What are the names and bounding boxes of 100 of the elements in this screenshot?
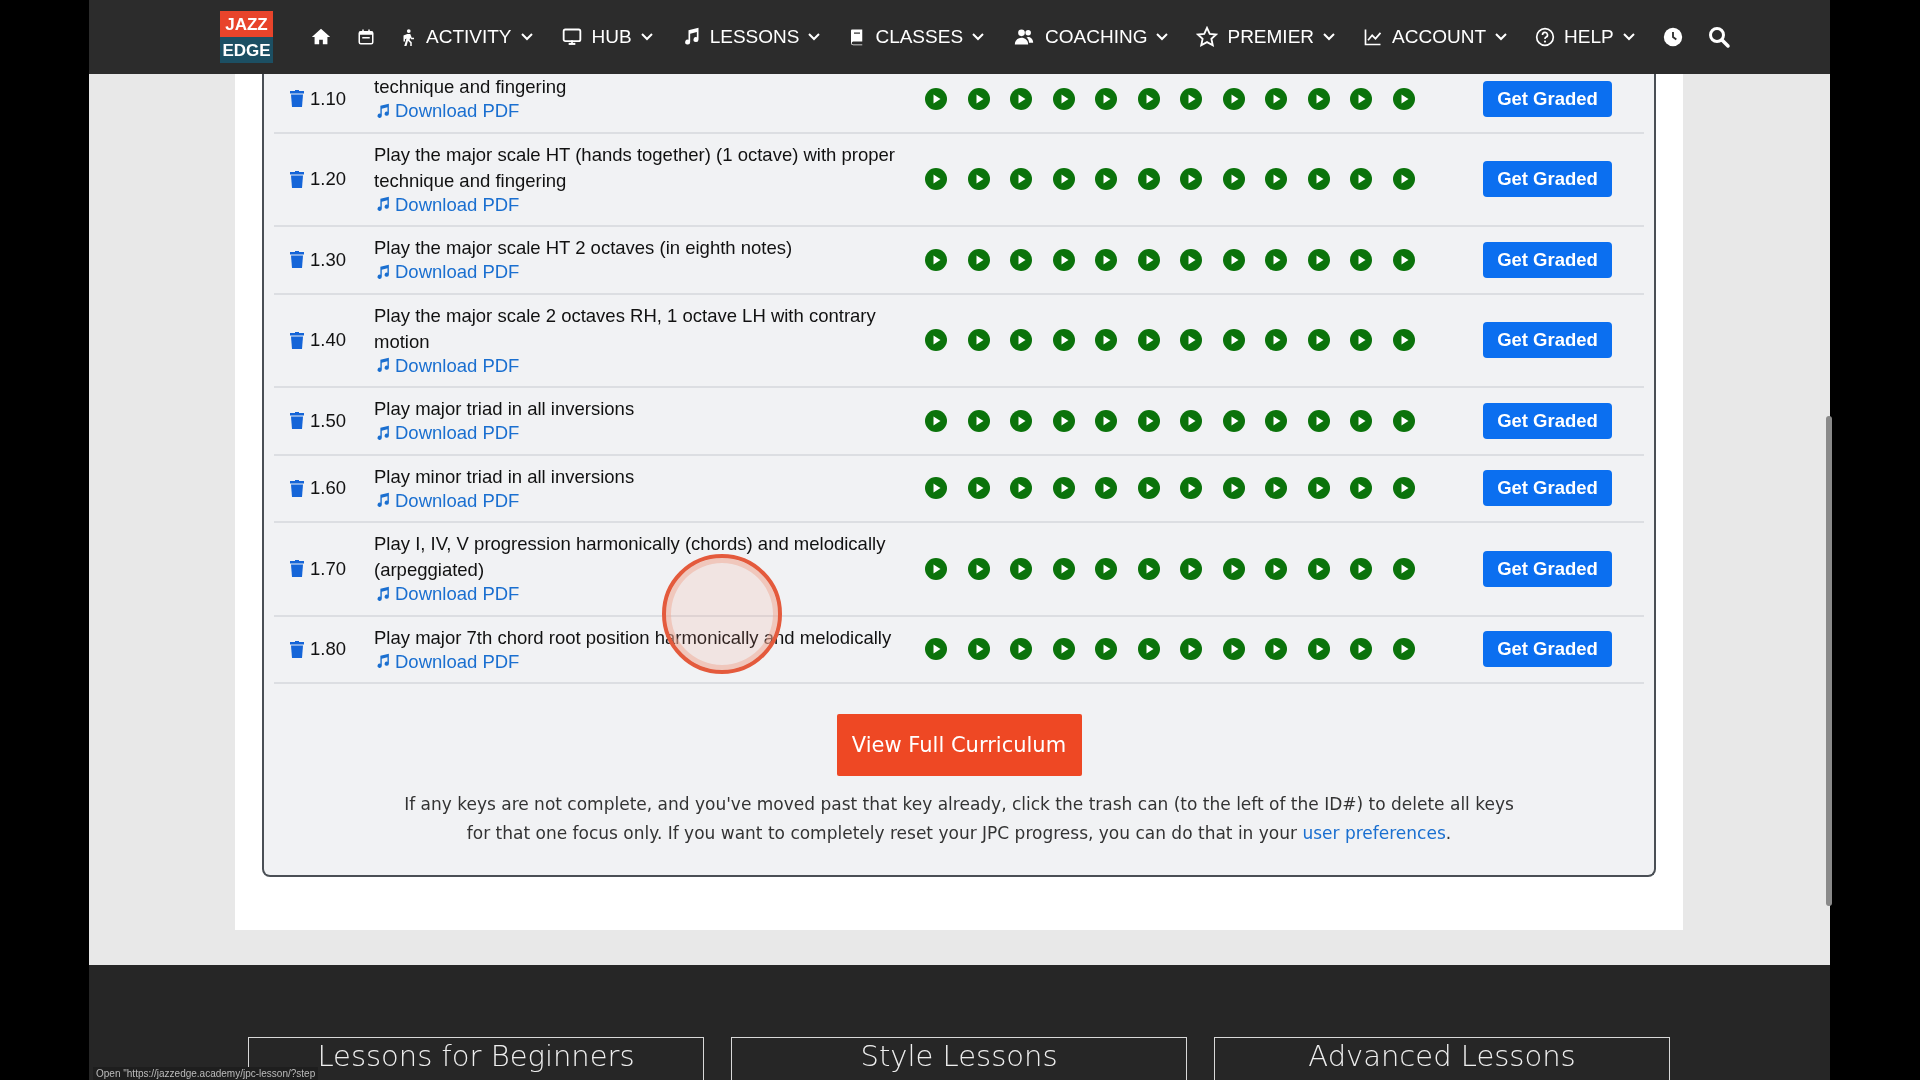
play-circle-icon[interactable] [1392,409,1415,432]
history-button[interactable] [1662,27,1683,47]
play-circle-icon[interactable] [925,557,947,580]
play-circle-icon[interactable] [1265,329,1287,352]
play-circle-icon[interactable] [1265,477,1287,500]
play-circle-icon[interactable] [1180,557,1202,580]
play-circle-icon[interactable] [1222,409,1245,432]
category-link[interactable]: Advanced Lessons [1214,1037,1670,1080]
play-circle-icon[interactable] [1180,168,1202,191]
get-graded-button[interactable]: Get Graded [1483,470,1612,507]
play-circle-icon[interactable] [1265,248,1287,271]
play-circle-icon[interactable] [967,248,990,271]
play-circle-icon[interactable] [1307,329,1330,352]
download-pdf-link[interactable]: Download PDF [374,193,520,216]
play-circle-icon[interactable] [1350,329,1372,352]
view-full-curriculum-button[interactable]: View Full Curriculum [836,714,1082,776]
play-circle-icon[interactable] [1010,168,1032,191]
play-circle-icon[interactable] [1265,168,1287,191]
trash-icon[interactable] [290,251,304,269]
nav-menu-item[interactable]: PREMIER [1196,26,1336,48]
download-pdf-link[interactable]: Download PDF [374,489,520,512]
play-circle-icon[interactable] [1350,477,1372,500]
play-circle-icon[interactable] [1350,248,1372,271]
play-circle-icon[interactable] [1010,638,1032,661]
trash-icon[interactable] [290,560,304,578]
play-circle-icon[interactable] [1307,409,1330,432]
play-circle-icon[interactable] [1137,87,1160,110]
play-circle-icon[interactable] [925,168,947,191]
play-circle-icon[interactable] [1137,477,1160,500]
play-circle-icon[interactable] [1137,168,1160,191]
play-circle-icon[interactable] [1052,87,1075,110]
play-circle-icon[interactable] [1180,477,1202,500]
download-pdf-link[interactable]: Download PDF [374,650,520,673]
trash-icon[interactable] [290,331,304,349]
play-circle-icon[interactable] [1307,638,1330,661]
get-graded-button[interactable]: Get Graded [1483,161,1612,198]
download-pdf-link[interactable]: Download PDF [374,261,520,283]
play-circle-icon[interactable] [1307,557,1330,580]
get-graded-button[interactable]: Get Graded [1483,631,1612,668]
play-circle-icon[interactable] [1392,87,1415,110]
play-circle-icon[interactable] [1010,329,1032,352]
play-circle-icon[interactable] [967,557,990,580]
play-circle-icon[interactable] [967,409,990,432]
nav-menu-item[interactable]: LESSONS [680,26,821,48]
play-circle-icon[interactable] [1392,168,1415,191]
trash-icon[interactable] [290,479,304,497]
play-circle-icon[interactable] [1137,557,1160,580]
trash-icon[interactable] [290,640,304,658]
play-circle-icon[interactable] [1137,409,1160,432]
play-circle-icon[interactable] [1265,87,1287,110]
play-circle-icon[interactable] [1052,638,1075,661]
play-circle-icon[interactable] [1010,248,1032,271]
play-circle-icon[interactable] [1180,638,1202,661]
play-circle-icon[interactable] [967,87,990,110]
play-circle-icon[interactable] [1265,557,1287,580]
play-circle-icon[interactable] [967,168,990,191]
play-circle-icon[interactable] [1222,638,1245,661]
play-circle-icon[interactable] [1010,87,1032,110]
play-circle-icon[interactable] [1392,557,1415,580]
play-circle-icon[interactable] [1052,248,1075,271]
play-circle-icon[interactable] [1095,329,1117,352]
play-circle-icon[interactable] [1307,248,1330,271]
play-circle-icon[interactable] [1180,87,1202,110]
play-circle-icon[interactable] [1307,168,1330,191]
play-circle-icon[interactable] [1265,638,1287,661]
nav-menu-item[interactable]: COACHING [1012,26,1169,48]
play-circle-icon[interactable] [967,329,990,352]
play-circle-icon[interactable] [1222,248,1245,271]
play-circle-icon[interactable] [1307,477,1330,500]
play-circle-icon[interactable] [1350,409,1372,432]
play-circle-icon[interactable] [1222,477,1245,500]
play-circle-icon[interactable] [1350,168,1372,191]
play-circle-icon[interactable] [1392,248,1415,271]
play-circle-icon[interactable] [1265,409,1287,432]
user-preferences-link[interactable]: user preferences [1302,823,1446,843]
nav-menu-item[interactable]: ACCOUNT [1363,26,1507,48]
trash-icon[interactable] [290,170,304,188]
play-circle-icon[interactable] [967,477,990,500]
play-circle-icon[interactable] [1137,638,1160,661]
play-circle-icon[interactable] [1137,248,1160,271]
scrollbar-thumb[interactable] [1826,416,1832,906]
play-circle-icon[interactable] [925,638,947,661]
play-circle-icon[interactable] [1180,409,1202,432]
play-circle-icon[interactable] [1350,557,1372,580]
search-button[interactable] [1706,25,1731,49]
play-circle-icon[interactable] [925,87,947,110]
play-circle-icon[interactable] [1052,409,1075,432]
play-circle-icon[interactable] [1010,477,1032,500]
play-circle-icon[interactable] [1052,329,1075,352]
trash-icon[interactable] [290,412,304,430]
play-circle-icon[interactable] [1180,248,1202,271]
play-circle-icon[interactable] [1095,638,1117,661]
nav-menu-item[interactable]: HUB [560,26,653,48]
play-circle-icon[interactable] [1307,87,1330,110]
play-circle-icon[interactable] [1392,477,1415,500]
play-circle-icon[interactable] [925,329,947,352]
jazzedge-logo[interactable]: JAZZ EDGE [220,11,273,63]
download-pdf-link[interactable]: Download PDF [374,100,520,122]
play-circle-icon[interactable] [1052,168,1075,191]
play-circle-icon[interactable] [1095,557,1117,580]
